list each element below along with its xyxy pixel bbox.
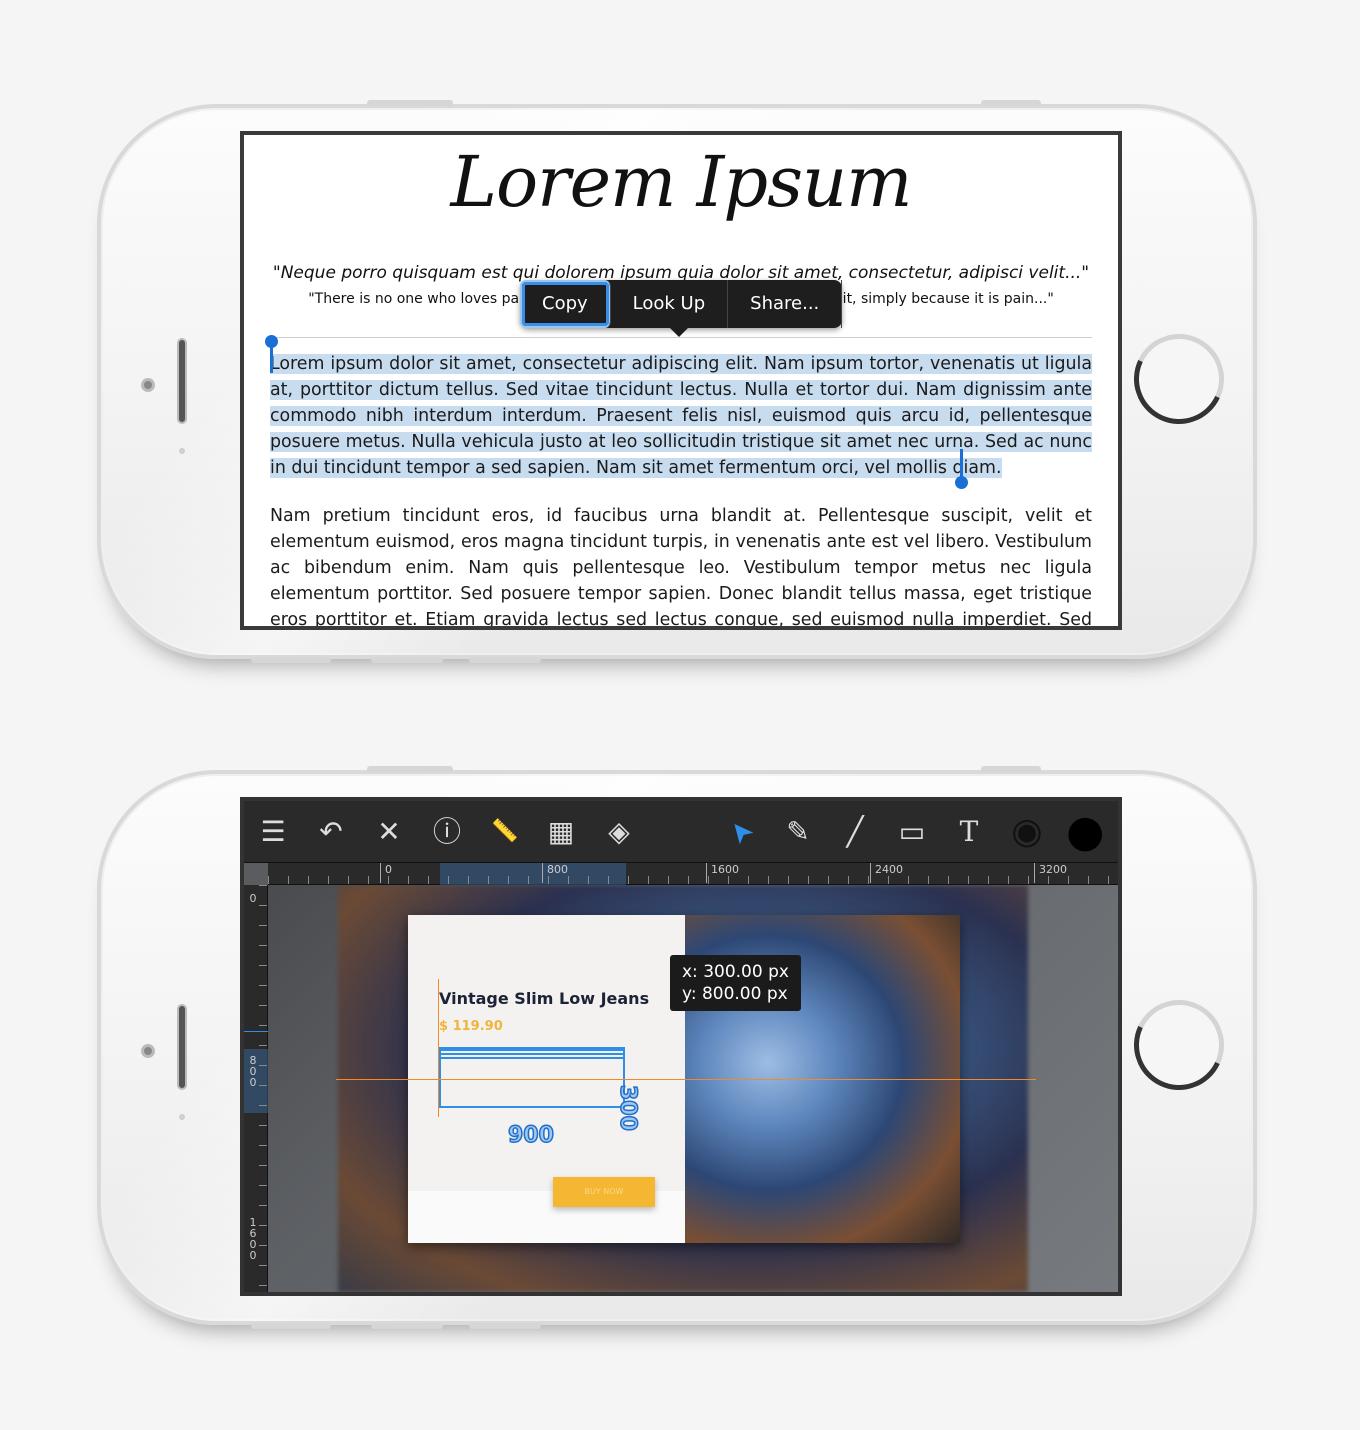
vruler-label: 0 bbox=[249, 892, 257, 905]
design-canvas[interactable]: Vintage Slim Low Jeans $ 119.90 BUY NOW … bbox=[268, 885, 1118, 1292]
text-tool-icon[interactable]: T bbox=[952, 815, 986, 849]
phone-button-volume[interactable] bbox=[251, 657, 331, 663]
document-title: Lorem Ipsum bbox=[450, 141, 913, 223]
assets-icon[interactable]: ▦ bbox=[544, 815, 578, 849]
description-text-box[interactable] bbox=[439, 1047, 625, 1108]
product-price[interactable]: $ 119.90 bbox=[439, 1019, 503, 1034]
buy-now-button[interactable]: BUY NOW bbox=[553, 1177, 655, 1207]
context-menu: Copy Look Up Share... bbox=[520, 280, 843, 337]
rectangle-tool-icon[interactable]: ▭ bbox=[895, 815, 929, 849]
menu-icon[interactable]: ☰ bbox=[256, 815, 290, 849]
ruler-label: 1600 bbox=[706, 863, 739, 883]
phone-button-top-right-2[interactable] bbox=[981, 766, 1041, 772]
vruler-ticks bbox=[259, 885, 267, 1292]
phone-reader: Lorem Ipsum "Neque porro quisquam est qu… bbox=[97, 100, 1257, 663]
horizontal-guide bbox=[336, 1079, 1036, 1080]
front-camera-icon bbox=[141, 378, 155, 392]
fill-color-icon[interactable]: ● bbox=[1066, 810, 1104, 854]
phone-button-volume-2[interactable] bbox=[371, 657, 443, 663]
reader-screen: Lorem Ipsum "Neque porro quisquam est qu… bbox=[240, 131, 1122, 630]
description-text-lines bbox=[441, 1049, 623, 1059]
pencil-tool-icon[interactable]: ✎ bbox=[781, 815, 815, 849]
editor-screen: ☰ ↶ ✕ ⓘ 📏 ▦ ◈ ➤ ✎ ╱ ▭ T ◉ ● 0 800 1600 2… bbox=[240, 797, 1122, 1296]
front-camera-icon-2 bbox=[141, 1044, 155, 1058]
stroke-color-icon[interactable]: ◉ bbox=[1010, 814, 1044, 850]
selection-end-handle[interactable] bbox=[955, 449, 968, 489]
phone-button-top[interactable] bbox=[367, 100, 453, 106]
layers-icon[interactable]: ◈ bbox=[602, 815, 636, 849]
ruler-label: 2400 bbox=[870, 863, 903, 883]
info-icon[interactable]: ⓘ bbox=[430, 815, 464, 849]
divider bbox=[270, 337, 1092, 338]
phone-button-top-right[interactable] bbox=[981, 100, 1041, 106]
menu-share-button[interactable]: Share... bbox=[728, 280, 843, 328]
ruler-label: 0 bbox=[380, 863, 392, 883]
phone-button-volume-6[interactable] bbox=[469, 1323, 541, 1329]
paragraph-selected[interactable]: Lorem ipsum dolor sit amet, consectetur … bbox=[270, 351, 1092, 481]
vruler-guide-marker bbox=[244, 1031, 268, 1032]
close-icon[interactable]: ✕ bbox=[372, 815, 406, 849]
ruler-icon[interactable]: 📏 bbox=[488, 815, 522, 849]
editor-toolbar: ☰ ↶ ✕ ⓘ 📏 ▦ ◈ ➤ ✎ ╱ ▭ T ◉ ● bbox=[244, 801, 1118, 863]
selection-end-dot[interactable] bbox=[955, 476, 968, 489]
phone-button-volume-4[interactable] bbox=[251, 1323, 331, 1329]
line-tool-icon[interactable]: ╱ bbox=[838, 815, 872, 849]
product-title[interactable]: Vintage Slim Low Jeans bbox=[439, 989, 649, 1008]
selection-start-handle[interactable] bbox=[265, 335, 278, 373]
vertical-ruler[interactable]: 0 800 1600 bbox=[244, 885, 268, 1292]
selection-start-dot[interactable] bbox=[265, 335, 278, 348]
menu-look-up-button[interactable]: Look Up bbox=[611, 280, 729, 328]
selected-text[interactable]: Lorem ipsum dolor sit amet, consectetur … bbox=[270, 354, 1092, 478]
ruler-label: 800 bbox=[542, 863, 568, 883]
speaker-grill-2 bbox=[177, 1004, 187, 1090]
paragraph-2[interactable]: Nam pretium tincidunt eros, id faucibus … bbox=[270, 503, 1092, 626]
menu-copy-button[interactable]: Copy bbox=[520, 280, 611, 328]
menu-pointer bbox=[670, 328, 688, 337]
height-dimension-label: 300 bbox=[614, 1084, 641, 1131]
horizontal-ruler[interactable]: 0 800 1600 2400 3200 bbox=[268, 863, 1118, 885]
phone-button-volume-5[interactable] bbox=[371, 1323, 443, 1329]
coordinates-tooltip: x: 300.00 px y: 800.00 px bbox=[670, 955, 801, 1011]
vruler-label: 1600 bbox=[249, 1216, 257, 1262]
phone-editor: ☰ ↶ ✕ ⓘ 📏 ▦ ◈ ➤ ✎ ╱ ▭ T ◉ ● 0 800 1600 2… bbox=[97, 766, 1257, 1329]
pointer-tool-icon[interactable]: ➤ bbox=[717, 808, 765, 856]
undo-icon[interactable]: ↶ bbox=[314, 815, 348, 849]
ruler-ticks bbox=[268, 876, 1118, 884]
phone-button-volume-3[interactable] bbox=[469, 657, 541, 663]
speaker-grill bbox=[177, 338, 187, 424]
phone-button-top-2[interactable] bbox=[367, 766, 453, 772]
ruler-label: 3200 bbox=[1034, 863, 1067, 883]
proximity-sensor-2 bbox=[179, 1114, 185, 1120]
proximity-sensor bbox=[179, 448, 185, 454]
vruler-label: 800 bbox=[249, 1054, 257, 1089]
width-dimension-label: 900 bbox=[507, 1122, 554, 1149]
